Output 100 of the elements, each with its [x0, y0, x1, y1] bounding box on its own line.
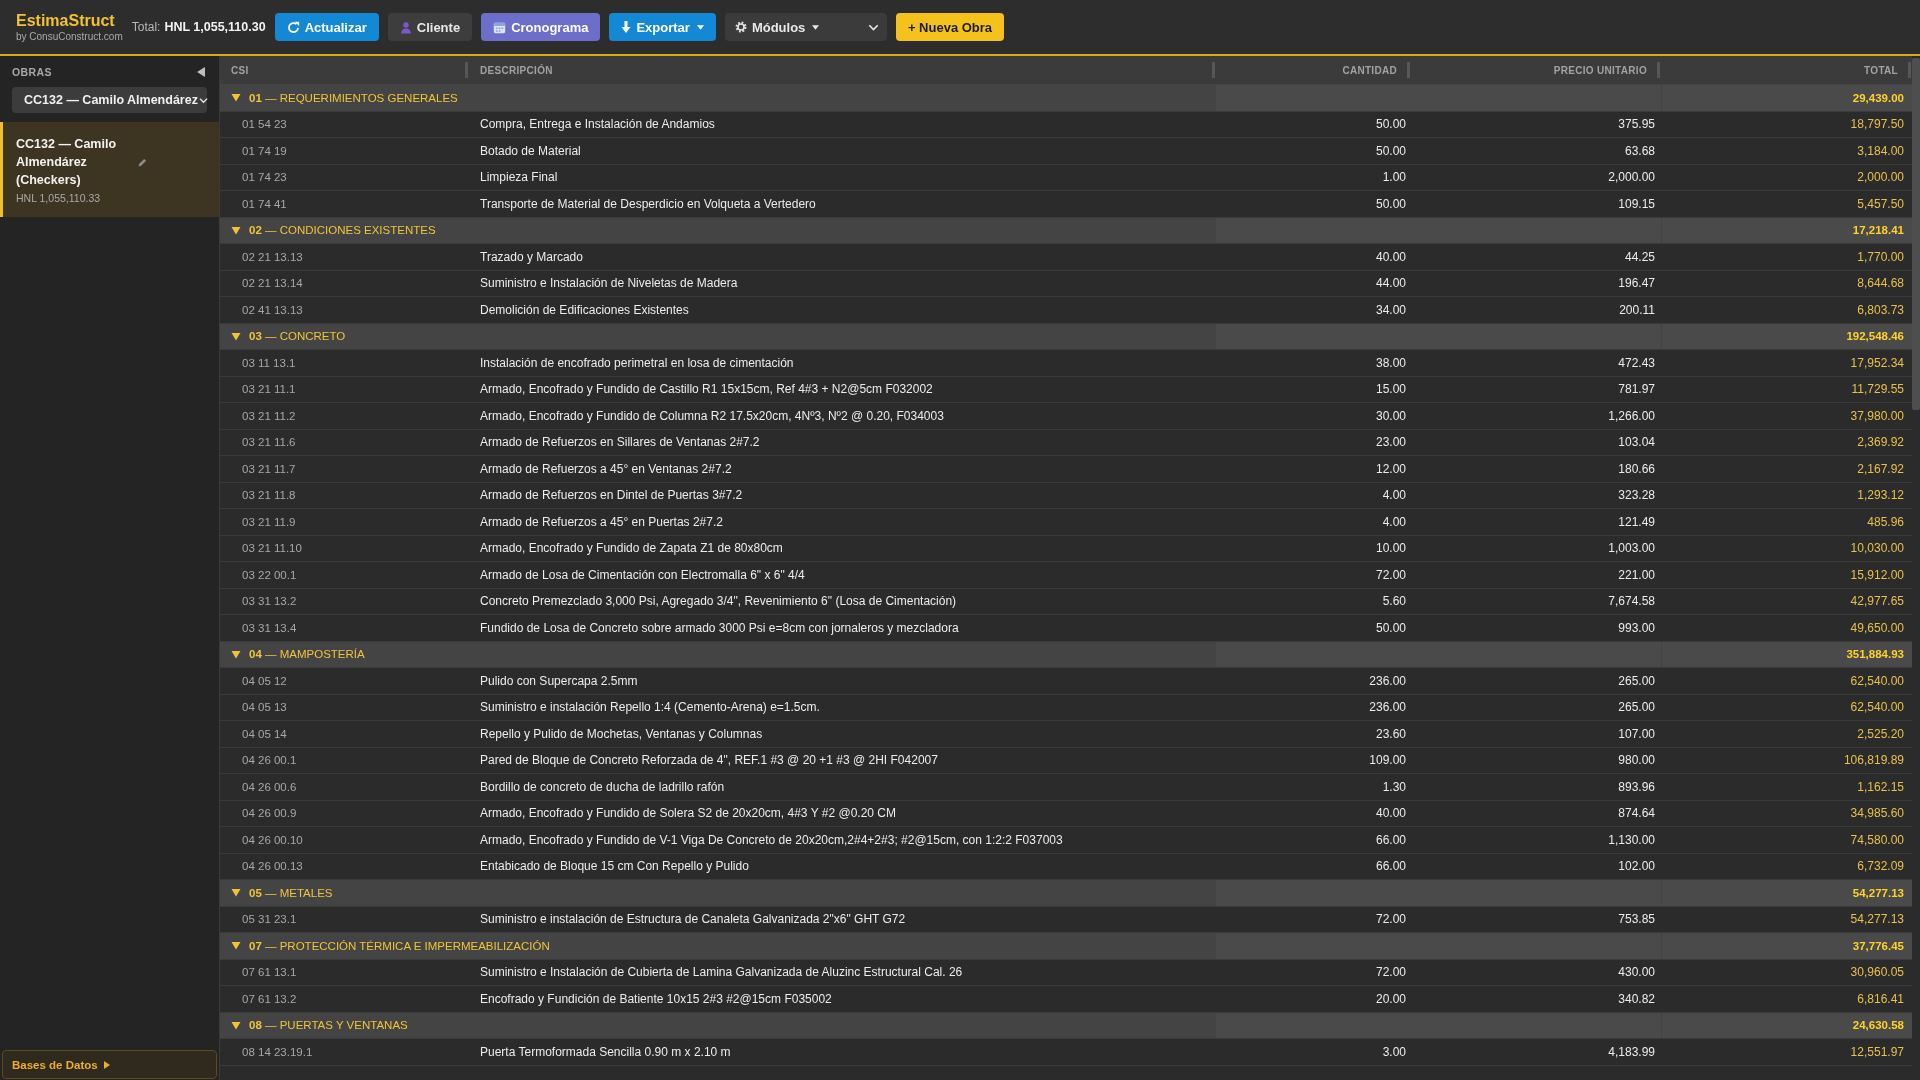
unit-price-value: 121.49	[1618, 514, 1655, 529]
unit-price-value: 1,266.00	[1608, 408, 1655, 423]
down-triangle-icon[interactable]	[231, 331, 241, 341]
csi-code: 04 05 12	[242, 674, 287, 687]
unit-price-value: 196.47	[1618, 276, 1655, 291]
quantity-value: 236.00	[1369, 700, 1406, 715]
csi-code: 04 26 00.9	[242, 807, 297, 820]
quantity-value: 15.00	[1375, 382, 1406, 397]
line-total: 106,819.89	[1843, 753, 1904, 768]
category-row[interactable]: 01 — REQUERIMIENTOS GENERALES 29,439.00	[220, 85, 1912, 112]
quantity-value: 5.60	[1382, 594, 1406, 609]
category-label: 03 — CONCRETO	[249, 330, 346, 343]
project-item[interactable]: CC132 — Camilo Almendárez (Checkers) HNL 1,055,110.33	[0, 122, 219, 217]
quantity-value: 50.00	[1375, 196, 1406, 211]
line-total: 12,551.97	[1850, 1044, 1904, 1059]
line-total: 6,816.41	[1857, 991, 1904, 1006]
line-total: 17,952.34	[1850, 355, 1904, 370]
download-icon	[621, 21, 632, 33]
item-description: Repello y Pulido de Mochetas, Ventanas y Columnas	[480, 726, 763, 741]
left-triangle-icon[interactable]	[197, 66, 205, 77]
csi-code: 03 21 11.6	[242, 436, 296, 449]
category-row[interactable]: 02 — CONDICIONES EXISTENTES 17,218.41	[220, 217, 1912, 244]
scrollbar-thumb[interactable]	[1912, 58, 1920, 410]
unit-price-value: 340.82	[1618, 991, 1655, 1006]
category-row[interactable]: 03 — CONCRETO 192,548.46	[220, 323, 1912, 350]
line-total: 62,540.00	[1850, 673, 1904, 688]
category-row[interactable]: 04 — MAMPOSTERÍA 351,884.93	[220, 641, 1912, 668]
new-project-button[interactable]: + Nueva Obra	[895, 13, 1005, 41]
csi-code: 03 21 11.9	[242, 515, 296, 528]
unit-price-value: 109.15	[1618, 196, 1655, 211]
client-button[interactable]: Cliente	[387, 13, 473, 41]
down-triangle-icon[interactable]	[231, 225, 241, 235]
category-total: 24,630.58	[1852, 1019, 1904, 1032]
item-description: Armado, Encofrado y Fundido de Solera S2 de 20x20cm, 4#3 Y #2 @0.20 CM	[480, 806, 896, 821]
quantity-value: 109.00	[1369, 753, 1406, 768]
line-total: 49,650.00	[1850, 620, 1904, 635]
line-total: 2,525.20	[1857, 726, 1904, 741]
schedule-button[interactable]: Cronograma	[481, 13, 601, 41]
quantity-value: 23.60	[1375, 726, 1406, 741]
gear-icon	[734, 21, 747, 33]
export-button[interactable]: Exportar	[609, 13, 716, 41]
csi-code: 01 74 41	[242, 197, 287, 210]
item-description: Entabicado de Bloque 15 cm Con Repello y Pulido	[480, 859, 749, 874]
line-total: 2,000.00	[1857, 170, 1904, 185]
total-label: Total:	[131, 20, 161, 34]
unit-price-value: 103.04	[1618, 435, 1655, 450]
quantity-value: 20.00	[1375, 991, 1406, 1006]
csi-code: 05 31 23.1	[242, 913, 297, 926]
unit-price-value: 7,674.58	[1608, 594, 1655, 609]
quantity-value: 40.00	[1375, 249, 1406, 264]
down-triangle-icon[interactable]	[231, 1020, 241, 1030]
line-total: 34,985.60	[1850, 806, 1904, 821]
category-label: 04 — MAMPOSTERÍA	[249, 648, 365, 661]
category-row[interactable]: 05 — METALES 54,277.13	[220, 880, 1912, 907]
csi-code: 07 61 13.1	[242, 966, 297, 979]
category-total: 29,439.00	[1852, 91, 1904, 104]
project-select[interactable]: CC132 — Camilo Almendárez	[12, 87, 207, 113]
unit-price-value: 2,000.00	[1608, 170, 1655, 185]
down-triangle-icon[interactable]	[231, 649, 241, 659]
item-description: Pulido con Supercapa 2.5mm	[480, 673, 638, 688]
item-description: Limpieza Final	[480, 170, 558, 185]
category-total: 351,884.93	[1846, 648, 1904, 661]
line-total: 30,960.05	[1850, 965, 1904, 980]
unit-price-value: 993.00	[1618, 620, 1655, 635]
item-description: Armado, Encofrado y Fundido de V-1 Viga De Concreto de 20x20cm,2#4+2#3; #2@15cm, con 1:2:2 F037003	[480, 832, 1063, 847]
quantity-value: 72.00	[1375, 912, 1406, 927]
unit-price-value: 44.25	[1624, 249, 1655, 264]
category-label: 01 — REQUERIMIENTOS GENERALES	[249, 91, 458, 104]
app-byline: by ConsuConstruct.com	[16, 29, 123, 43]
csi-code: 02 21 13.13	[242, 250, 303, 263]
unit-price-value: 63.68	[1624, 143, 1655, 158]
column-header: DESCRIPCIÓN	[480, 64, 553, 76]
quantity-value: 30.00	[1375, 408, 1406, 423]
unit-price-value: 980.00	[1618, 753, 1655, 768]
csi-code: 04 05 14	[242, 727, 287, 740]
quantity-value: 236.00	[1369, 673, 1406, 688]
pencil-icon[interactable]	[138, 157, 147, 167]
down-triangle-icon[interactable]	[231, 888, 241, 898]
line-total: 15,912.00	[1850, 567, 1904, 582]
unit-price-value: 893.96	[1618, 779, 1655, 794]
category-row[interactable]: 07 — PROTECCIÓN TÉRMICA E IMPERMEABILIZACIÓN 37,776.45	[220, 933, 1912, 960]
down-triangle-icon[interactable]	[231, 941, 241, 951]
refresh-button[interactable]: Actualizar	[274, 13, 379, 41]
quantity-value: 50.00	[1375, 143, 1406, 158]
csi-code: 01 54 23	[242, 118, 287, 131]
column-header: CANTIDAD	[1342, 64, 1397, 76]
category-row[interactable]: 08 — PUERTAS Y VENTANAS 24,630.58	[220, 1012, 1912, 1039]
refresh-icon	[286, 20, 300, 34]
quantity-value: 34.00	[1375, 302, 1406, 317]
category-total: 192,548.46	[1846, 330, 1904, 343]
csi-code: 03 21 11.2	[242, 409, 296, 422]
databases-button[interactable]: Bases de Datos	[2, 1050, 217, 1079]
down-triangle-icon[interactable]	[231, 93, 241, 103]
item-description: Encofrado y Fundición de Batiente 10x15 2#3 #2@15cm F035002	[480, 991, 832, 1006]
person-icon	[399, 20, 412, 34]
item-description: Concreto Premezclado 3,000 Psi, Agregado 3/4", Revenimiento 6" (Losa de Cimentación)	[480, 594, 957, 609]
quantity-value: 38.00	[1375, 355, 1406, 370]
modules-select[interactable]: Módulos	[724, 13, 887, 41]
line-total: 1,770.00	[1857, 249, 1904, 264]
csi-code: 04 26 00.6	[242, 780, 297, 793]
